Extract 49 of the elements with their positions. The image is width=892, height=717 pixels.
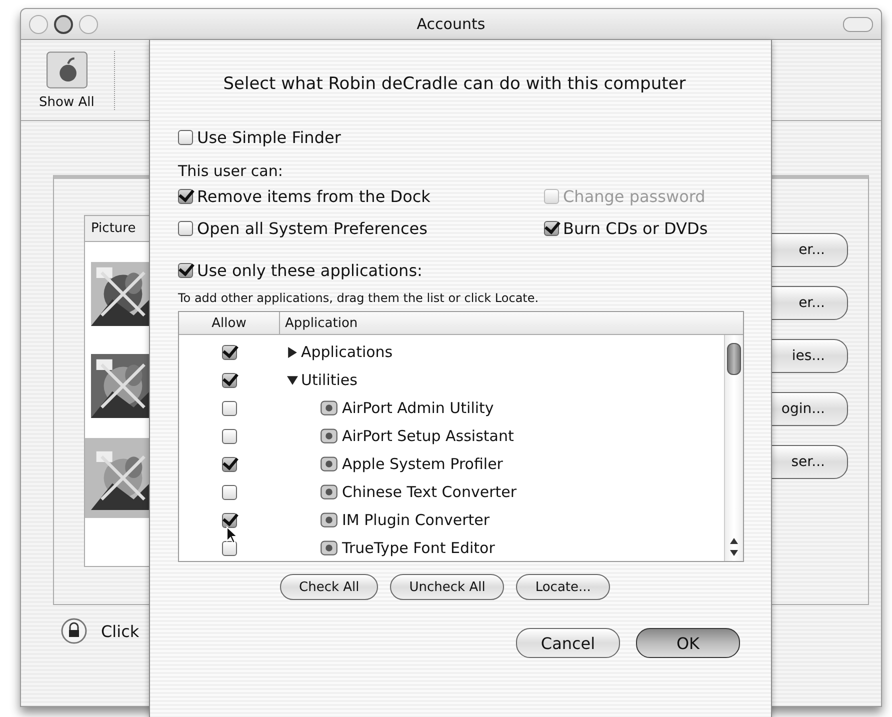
window-title: Accounts xyxy=(416,15,486,33)
list-button[interactable]: Check All xyxy=(280,574,378,600)
only-apps-checkbox[interactable]: Use only these applications: xyxy=(178,257,741,283)
permission-checkbox[interactable]: Remove items from the Dock xyxy=(178,183,544,209)
app-icon xyxy=(319,511,339,529)
application-name[interactable]: Chinese Text Converter xyxy=(342,483,517,501)
simple-finder-checkbox[interactable]: Use Simple Finder xyxy=(178,124,741,150)
app-icon xyxy=(319,455,339,473)
application-name[interactable]: IM Plugin Converter xyxy=(342,511,490,529)
toolbar-toggle-icon[interactable] xyxy=(843,17,873,32)
application-name[interactable]: Applications xyxy=(301,343,393,361)
application-name[interactable]: Utilities xyxy=(301,371,358,389)
lock-text: Click xyxy=(101,622,140,640)
list-button[interactable]: Uncheck All xyxy=(390,574,504,600)
allow-checkbox[interactable] xyxy=(222,456,236,472)
minimize-icon[interactable] xyxy=(54,15,73,34)
apple-icon xyxy=(46,50,88,88)
allow-checkbox[interactable] xyxy=(222,428,236,444)
sheet-title: Select what Robin deCradle can do with this computer xyxy=(222,74,687,94)
allow-checkbox[interactable] xyxy=(222,372,236,388)
column-header[interactable]: Allow xyxy=(179,312,280,334)
allow-checkbox[interactable] xyxy=(222,540,236,556)
scroll-thumb[interactable] xyxy=(727,343,741,375)
application-name[interactable]: Apple System Profiler xyxy=(342,455,503,473)
app-icon xyxy=(319,427,339,445)
disclosure-triangle-icon[interactable] xyxy=(287,374,298,386)
column-header[interactable]: Application xyxy=(280,312,358,334)
permission-checkbox[interactable]: Open all System Preferences xyxy=(178,215,544,241)
dialog-button[interactable]: OK xyxy=(636,628,740,658)
allow-checkbox[interactable] xyxy=(222,512,236,528)
application-name[interactable]: TrueType Font Editor xyxy=(342,539,495,557)
permission-checkbox[interactable]: Burn CDs or DVDs xyxy=(544,215,741,241)
pointer-icon xyxy=(226,526,238,544)
scroll-bar[interactable] xyxy=(724,335,743,561)
application-name[interactable]: AirPort Setup Assistant xyxy=(342,427,514,445)
list-button[interactable]: Locate... xyxy=(516,574,610,600)
disclosure-triangle-icon[interactable] xyxy=(287,346,298,358)
show-all-button[interactable]: Show All xyxy=(39,50,116,110)
allow-checkbox[interactable] xyxy=(222,484,236,500)
hint-text: To add other applications, drag them the list or click Locate. xyxy=(178,291,540,305)
section-label: This user can: xyxy=(178,162,284,180)
lock-icon[interactable] xyxy=(61,618,87,644)
allow-checkbox[interactable] xyxy=(222,400,236,416)
app-icon xyxy=(319,483,339,501)
app-icon xyxy=(319,539,339,557)
allow-checkbox[interactable] xyxy=(222,344,236,360)
app-icon xyxy=(319,399,339,417)
dialog-button[interactable]: Cancel xyxy=(516,628,620,658)
application-name[interactable]: AirPort Admin Utility xyxy=(342,399,494,417)
